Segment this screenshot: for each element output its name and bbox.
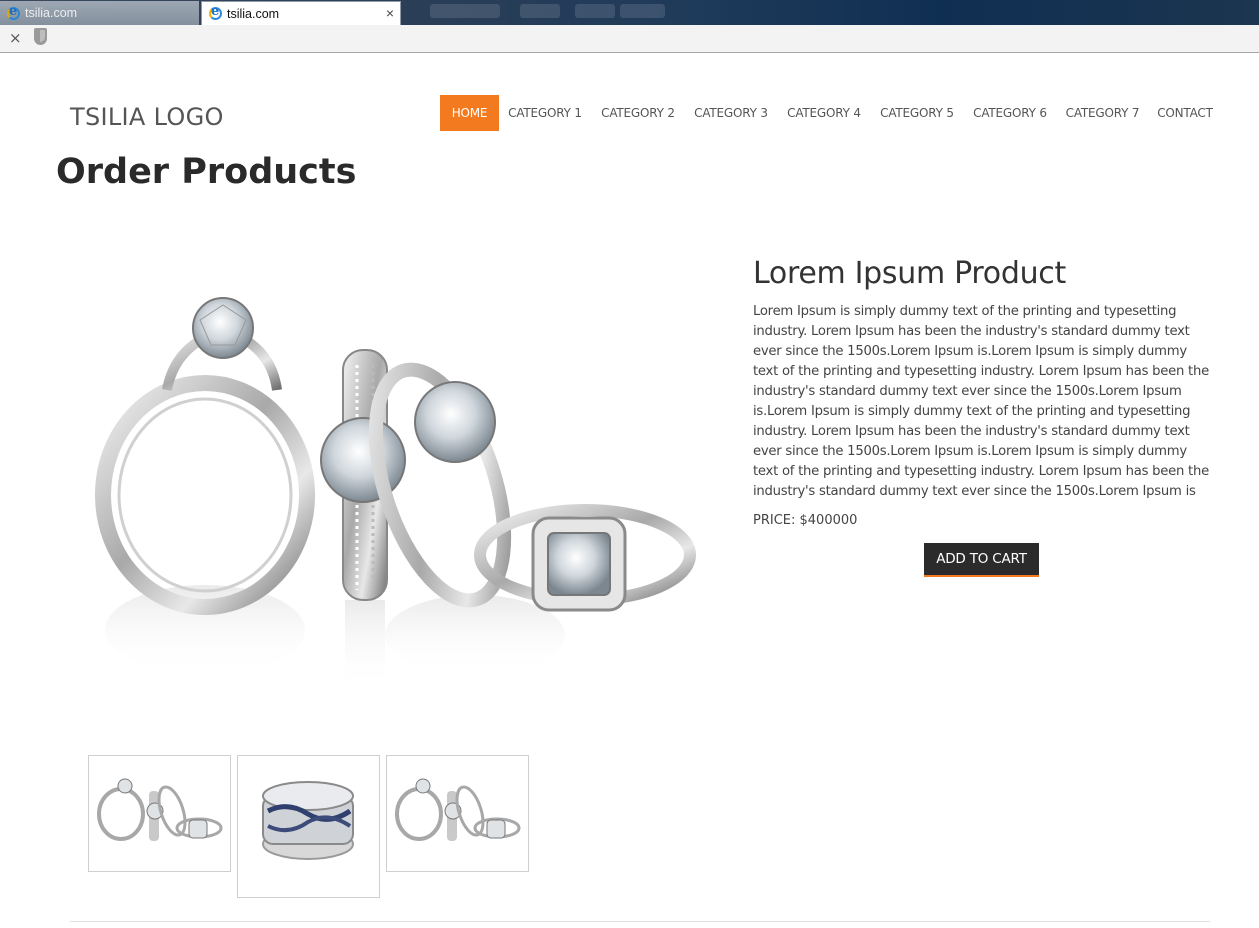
nav-item-category-4[interactable]: CATEGORY 4 bbox=[777, 95, 871, 131]
site-logo[interactable]: TSILIA LOGO bbox=[70, 103, 224, 131]
browser-tab-inactive[interactable]: e tsilia.com bbox=[0, 1, 199, 25]
browser-tab-bar: e tsilia.com e tsilia.com × bbox=[0, 0, 1259, 25]
browser-tab-active[interactable]: e tsilia.com × bbox=[201, 1, 401, 25]
main-navigation: HOME CATEGORY 1 CATEGORY 2 CATEGORY 3 CA… bbox=[440, 95, 1222, 131]
nav-item-contact[interactable]: CONTACT bbox=[1148, 95, 1222, 131]
shield-icon[interactable] bbox=[34, 28, 47, 45]
nav-item-category-3[interactable]: CATEGORY 3 bbox=[685, 95, 777, 131]
product-main-image bbox=[95, 290, 705, 710]
nav-item-category-1[interactable]: CATEGORY 1 bbox=[499, 95, 591, 131]
product-name: Lorem Ipsum Product bbox=[753, 256, 1066, 291]
nav-item-category-7[interactable]: CATEGORY 7 bbox=[1057, 95, 1148, 131]
product-price: PRICE: $400000 bbox=[753, 513, 858, 528]
nav-item-home[interactable]: HOME bbox=[440, 95, 499, 131]
product-thumbnail-3[interactable] bbox=[386, 755, 529, 872]
product-thumbnail-1[interactable] bbox=[88, 755, 231, 872]
page-title: Order Products bbox=[56, 152, 357, 192]
ie-browser-icon: e bbox=[6, 4, 21, 21]
nav-item-category-2[interactable]: CATEGORY 2 bbox=[591, 95, 685, 131]
nav-item-category-5[interactable]: CATEGORY 5 bbox=[871, 95, 963, 131]
close-tab-icon[interactable]: × bbox=[386, 5, 394, 21]
ie-browser-icon: e bbox=[208, 4, 223, 21]
stop-icon[interactable]: × bbox=[9, 29, 22, 47]
footer-divider bbox=[70, 921, 1210, 922]
tab-title: tsilia.com bbox=[25, 6, 78, 20]
add-to-cart-button[interactable]: ADD TO CART bbox=[924, 543, 1039, 577]
product-description: Lorem Ipsum is simply dummy text of the … bbox=[753, 304, 1209, 499]
browser-toolbar: × bbox=[0, 25, 1259, 53]
tab-title: tsilia.com bbox=[227, 6, 280, 21]
nav-item-category-6[interactable]: CATEGORY 6 bbox=[963, 95, 1057, 131]
product-thumbnail-2[interactable] bbox=[237, 755, 380, 898]
